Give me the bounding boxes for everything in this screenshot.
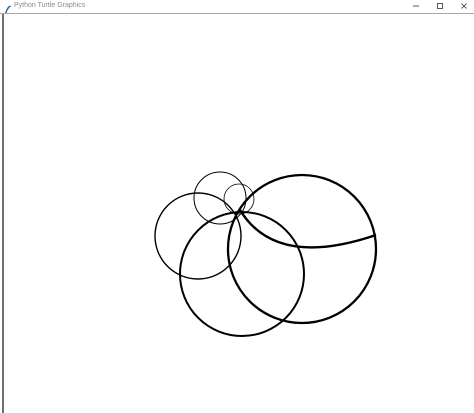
maximize-button[interactable] [428,0,452,11]
turtle-circle-bottom [179,211,305,337]
minimize-icon [413,5,419,6]
turtle-circle-large [226,173,378,325]
close-icon [461,2,467,9]
title-bar[interactable]: Python Turtle Graphics [0,0,474,14]
turtle-window: Python Turtle Graphics [0,0,474,413]
turtle-canvas[interactable] [4,14,470,410]
turtle-drawing [154,171,378,337]
close-button[interactable] [452,0,474,11]
feather-icon [4,1,12,14]
window-title: Python Turtle Graphics [14,2,86,9]
minimize-button[interactable] [404,0,428,11]
maximize-icon [437,2,443,9]
